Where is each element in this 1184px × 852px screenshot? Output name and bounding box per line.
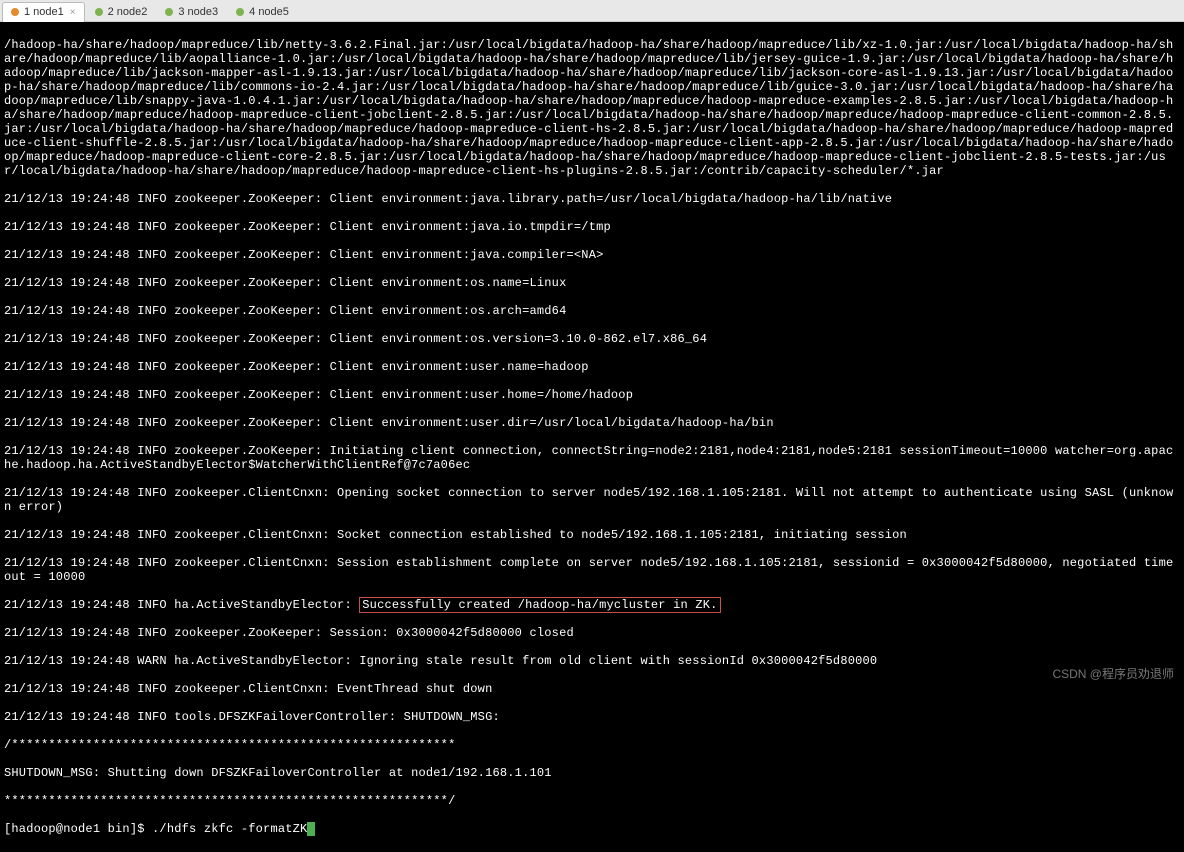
tab-label: 4 node5 [249, 6, 289, 18]
log-line: 21/12/13 19:24:48 INFO zookeeper.ClientC… [4, 528, 1180, 542]
log-line: SHUTDOWN_MSG: Shutting down DFSZKFailove… [4, 766, 1180, 780]
classpath-block: /hadoop-ha/share/hadoop/mapreduce/lib/ne… [4, 38, 1180, 178]
log-line: 21/12/13 19:24:48 INFO zookeeper.ZooKeep… [4, 220, 1180, 234]
cursor-icon [307, 822, 315, 836]
tab-bar: 1 node1 × 2 node2 3 node3 4 node5 [0, 0, 1184, 22]
tab-label: 1 node1 [24, 6, 64, 18]
tab-label: 2 node2 [108, 6, 148, 18]
log-line: 21/12/13 19:24:48 INFO zookeeper.ClientC… [4, 556, 1180, 584]
log-line: 21/12/13 19:24:48 INFO zookeeper.ZooKeep… [4, 360, 1180, 374]
status-dot-icon [11, 8, 19, 16]
log-line: 21/12/13 19:24:48 WARN ha.ActiveStandbyE… [4, 654, 1180, 668]
status-dot-icon [165, 8, 173, 16]
command-input[interactable]: ./hdfs zkfc -formatZK [152, 822, 307, 836]
tab-node5[interactable]: 4 node5 [228, 2, 297, 22]
terminal-output[interactable]: /hadoop-ha/share/hadoop/mapreduce/lib/ne… [0, 22, 1184, 852]
log-line: 21/12/13 19:24:48 INFO zookeeper.ZooKeep… [4, 332, 1180, 346]
log-line-highlighted: 21/12/13 19:24:48 INFO ha.ActiveStandbyE… [4, 598, 1180, 612]
log-line: 21/12/13 19:24:48 INFO zookeeper.ClientC… [4, 682, 1180, 696]
log-line: 21/12/13 19:24:48 INFO zookeeper.ZooKeep… [4, 416, 1180, 430]
log-line: 21/12/13 19:24:48 INFO zookeeper.ZooKeep… [4, 304, 1180, 318]
close-icon[interactable]: × [70, 7, 76, 18]
log-line: 21/12/13 19:24:48 INFO zookeeper.ZooKeep… [4, 444, 1180, 472]
log-line: /***************************************… [4, 738, 1180, 752]
log-line: 21/12/13 19:24:48 INFO zookeeper.ZooKeep… [4, 388, 1180, 402]
watermark: CSDN @程序员劝退师 [1052, 665, 1174, 682]
log-line: 21/12/13 19:24:48 INFO zookeeper.ZooKeep… [4, 248, 1180, 262]
log-line: 21/12/13 19:24:48 INFO tools.DFSZKFailov… [4, 710, 1180, 724]
log-line: ****************************************… [4, 794, 1180, 808]
log-line: 21/12/13 19:24:48 INFO zookeeper.ClientC… [4, 486, 1180, 514]
log-line: 21/12/13 19:24:48 INFO zookeeper.ZooKeep… [4, 276, 1180, 290]
tab-node3[interactable]: 3 node3 [157, 2, 226, 22]
log-line: 21/12/13 19:24:48 INFO zookeeper.ZooKeep… [4, 626, 1180, 640]
status-dot-icon [95, 8, 103, 16]
success-highlight: Successfully created /hadoop-ha/mycluste… [359, 597, 720, 613]
tab-node2[interactable]: 2 node2 [87, 2, 156, 22]
tab-label: 3 node3 [178, 6, 218, 18]
log-line: 21/12/13 19:24:48 INFO zookeeper.ZooKeep… [4, 192, 1180, 206]
tab-node1[interactable]: 1 node1 × [2, 2, 85, 22]
prompt-line: [hadoop@node1 bin]$ ./hdfs zkfc -formatZ… [4, 822, 1180, 836]
status-dot-icon [236, 8, 244, 16]
prompt: [hadoop@node1 bin]$ [4, 822, 152, 836]
